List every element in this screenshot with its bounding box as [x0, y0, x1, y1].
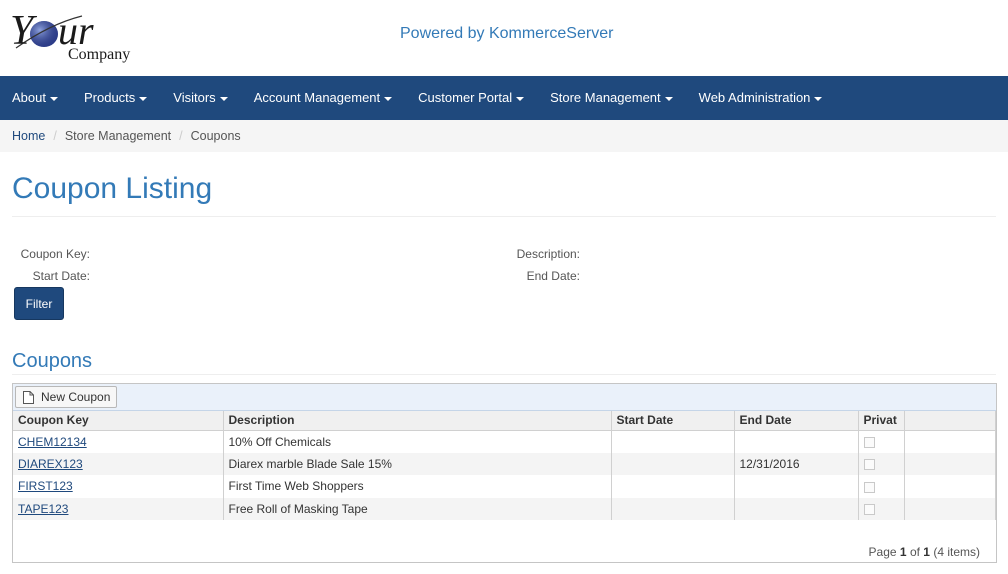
- caret-down-icon: [664, 96, 673, 101]
- coupon-end-date: 12/31/2016: [734, 452, 859, 475]
- nav-account-management-label: Account Management: [253, 90, 381, 105]
- filter-button[interactable]: Filter: [14, 287, 64, 320]
- main-navbar: About Products Visitors Account Manageme…: [0, 76, 1008, 120]
- nav-products[interactable]: Products: [71, 76, 160, 120]
- breadcrumb-home[interactable]: Home: [12, 129, 45, 143]
- nav-web-administration[interactable]: Web Administration: [686, 76, 836, 120]
- page-title: Coupon Listing: [12, 172, 213, 205]
- end-date-label: End Date:: [526, 269, 580, 283]
- row-filler: [904, 452, 996, 475]
- nav-account-management[interactable]: Account Management: [241, 76, 405, 120]
- nav-web-administration-label: Web Administration: [698, 90, 811, 105]
- coupon-description: First Time Web Shoppers: [223, 475, 612, 498]
- coupon-end-date: [734, 475, 859, 498]
- coupon-start-date: [611, 475, 735, 498]
- column-header-filler: [904, 411, 996, 431]
- coupon-key-label: Coupon Key:: [20, 247, 90, 261]
- nav-products-label: Products: [83, 90, 136, 105]
- coupon-description: Diarex marble Blade Sale 15%: [223, 452, 612, 475]
- column-header-start-date[interactable]: Start Date: [611, 411, 735, 431]
- breadcrumb: Home / Store Management / Coupons: [0, 120, 1008, 152]
- coupon-key-link[interactable]: DIAREX123: [18, 457, 83, 471]
- nav-about-label: About: [12, 90, 46, 105]
- company-logo[interactable]: Y ur Company: [10, 4, 145, 68]
- caret-down-icon: [384, 96, 393, 101]
- nav-customer-portal-label: Customer Portal: [418, 90, 513, 105]
- caret-down-icon: [219, 96, 228, 101]
- coupon-start-date: [611, 497, 735, 520]
- logo-graphic: Y ur Company: [10, 8, 130, 63]
- coupon-description: 10% Off Chemicals: [223, 430, 612, 453]
- table-row: CHEM12134 10% Off Chemicals: [13, 430, 996, 453]
- breadcrumb-separator: /: [179, 129, 183, 143]
- column-header-end-date[interactable]: End Date: [734, 411, 859, 431]
- coupon-key-link[interactable]: FIRST123: [18, 479, 73, 493]
- table-header-row: Coupon Key Description Start Date End Da…: [13, 411, 996, 431]
- coupon-end-date: [734, 430, 859, 453]
- section-divider: [12, 374, 996, 375]
- logo-subtitle: Company: [68, 46, 130, 63]
- grid-toolbar: New Coupon: [13, 384, 996, 411]
- caret-down-icon: [814, 96, 823, 101]
- coupon-key-link[interactable]: TAPE123: [18, 502, 68, 516]
- new-coupon-label: New Coupon: [41, 390, 111, 404]
- coupon-start-date: [611, 452, 735, 475]
- breadcrumb-current: Coupons: [190, 129, 241, 143]
- coupons-table: Coupon Key Description Start Date End Da…: [13, 411, 996, 520]
- row-filler: [904, 497, 996, 520]
- coupon-key-link[interactable]: CHEM12134: [18, 435, 87, 449]
- column-header-description[interactable]: Description: [223, 411, 612, 431]
- coupons-section-title: Coupons: [12, 350, 93, 372]
- private-checkbox: [863, 459, 875, 471]
- powered-by-link[interactable]: Powered by KommerceServer: [400, 25, 613, 43]
- nav-customer-portal[interactable]: Customer Portal: [405, 76, 537, 120]
- private-checkbox: [863, 504, 875, 516]
- caret-down-icon: [139, 96, 148, 101]
- private-checkbox: [863, 481, 875, 493]
- column-header-private[interactable]: Privat: [858, 411, 905, 431]
- nav-visitors-label: Visitors: [173, 90, 216, 105]
- pager-info: Page 1 of 1 (4 items): [869, 545, 980, 559]
- coupon-start-date: [611, 430, 735, 453]
- pager-items-count: (4 items): [933, 545, 980, 559]
- nav-store-management-label: Store Management: [550, 90, 661, 105]
- pager-total-pages: 1: [923, 545, 930, 559]
- row-filler: [904, 430, 996, 453]
- title-divider: [12, 216, 996, 217]
- start-date-label: Start Date:: [32, 269, 90, 283]
- coupons-grid: New Coupon Coupon Key Description Start …: [12, 383, 997, 563]
- pager-of-word: of: [909, 545, 920, 559]
- nav-visitors[interactable]: Visitors: [160, 76, 240, 120]
- coupon-description: Free Roll of Masking Tape: [223, 497, 612, 520]
- column-header-coupon-key[interactable]: Coupon Key: [13, 411, 224, 431]
- caret-down-icon: [49, 96, 58, 101]
- pager-current-page: 1: [899, 545, 907, 559]
- table-row: FIRST123 First Time Web Shoppers: [13, 475, 996, 498]
- description-label: Description:: [516, 247, 580, 261]
- site-header: Y ur Company Powered by KommerceServer: [0, 0, 1008, 76]
- table-row: TAPE123 Free Roll of Masking Tape: [13, 497, 996, 520]
- breadcrumb-separator: /: [53, 129, 57, 143]
- nav-store-management[interactable]: Store Management: [537, 76, 686, 120]
- row-filler: [904, 475, 996, 498]
- new-document-icon: [20, 390, 36, 404]
- caret-down-icon: [516, 96, 525, 101]
- breadcrumb-store-management[interactable]: Store Management: [65, 129, 171, 143]
- pager-page-word: Page: [868, 545, 897, 559]
- coupon-end-date: [734, 497, 859, 520]
- nav-about[interactable]: About: [0, 76, 71, 120]
- new-coupon-button[interactable]: New Coupon: [15, 386, 118, 408]
- table-row: DIAREX123 Diarex marble Blade Sale 15% 1…: [13, 452, 996, 475]
- private-checkbox: [863, 436, 875, 448]
